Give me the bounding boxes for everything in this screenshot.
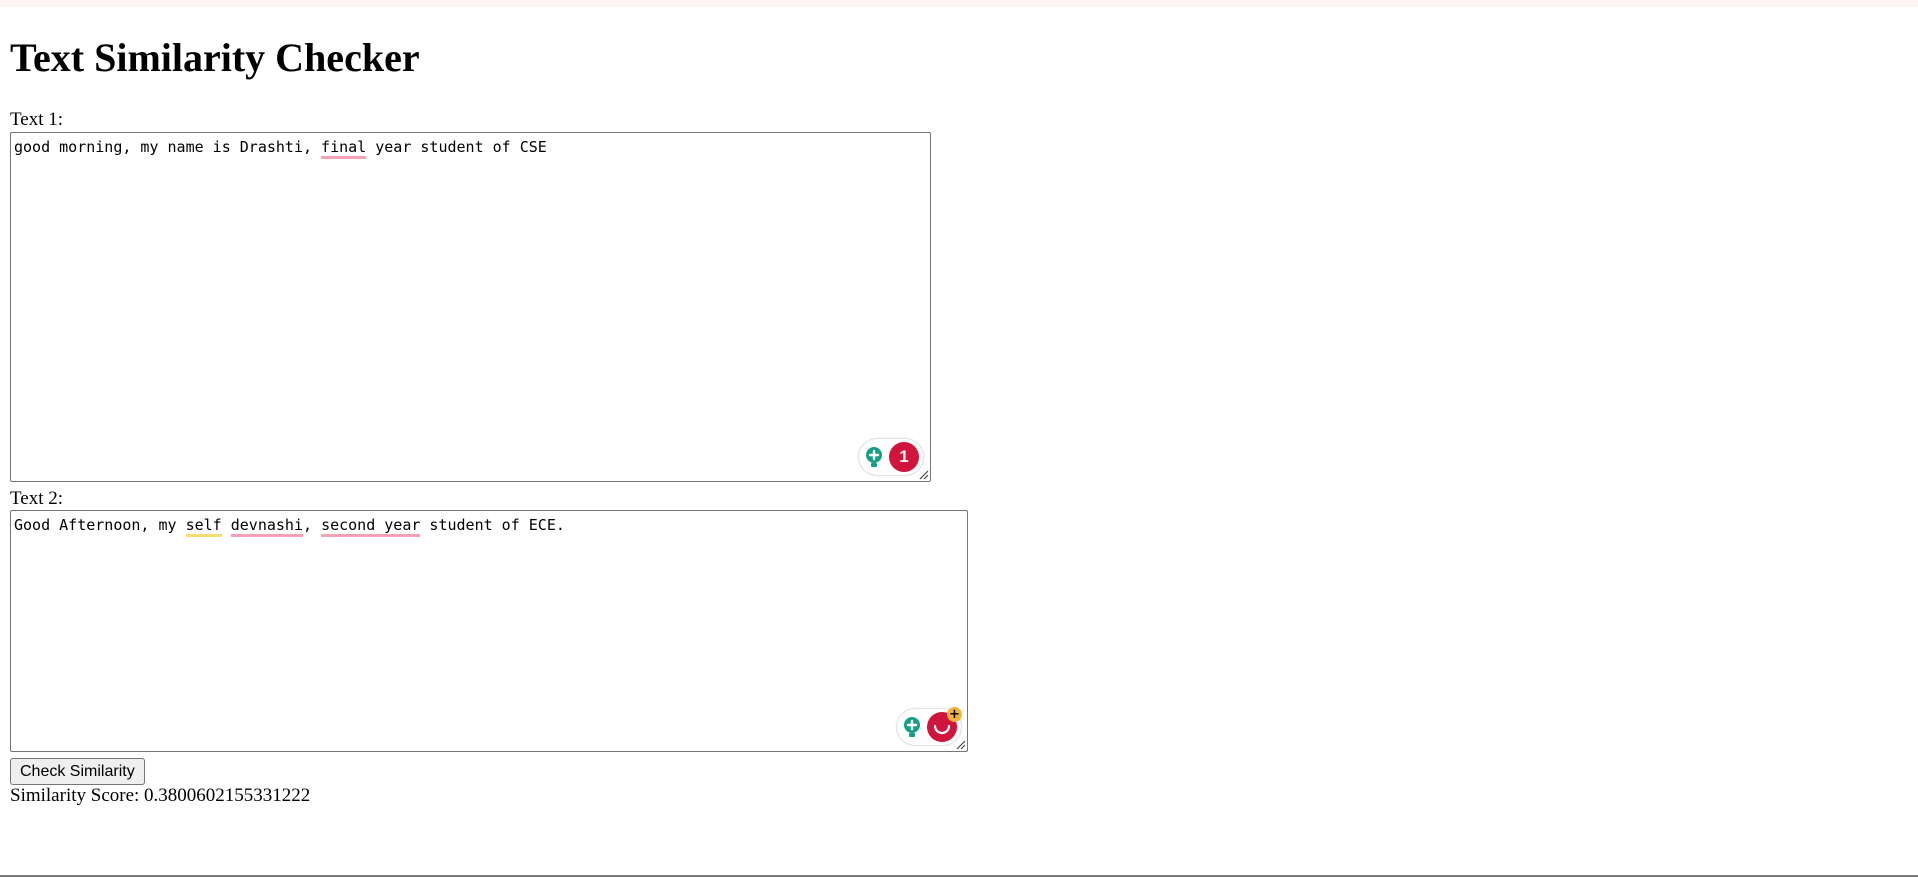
text1-segment: year student of CSE [366, 138, 547, 156]
text2-flagged-phrase[interactable]: second year [321, 516, 421, 537]
add-icon: + [947, 707, 962, 722]
text1-value: good morning, my name is Drashti, final … [14, 136, 547, 159]
text2-flagged-word[interactable]: devnashi [230, 516, 303, 537]
text2-segment: student of ECE. [420, 516, 565, 534]
similarity-score: Similarity Score: 0.3800602155331222 [10, 785, 311, 806]
resize-grip-icon[interactable] [954, 738, 966, 750]
text1-label: Text 1: [10, 109, 64, 130]
text1-segment: good morning, my name is Drashti, [14, 138, 322, 156]
text2-textarea[interactable]: Good Afternoon, my self devnashi, second… [10, 510, 968, 752]
text2-value: Good Afternoon, my self devnashi, second… [14, 514, 565, 537]
issues-badge-icon[interactable]: 1 [889, 442, 919, 472]
writing-assistant-widget-2[interactable]: + [897, 707, 962, 745]
lightbulb-icon[interactable] [901, 716, 923, 738]
text1-textarea[interactable]: good morning, my name is Drashti, final … [10, 132, 931, 482]
check-similarity-button[interactable]: Check Similarity [10, 758, 145, 785]
resize-grip-icon[interactable] [917, 468, 929, 480]
text2-flagged-word[interactable]: self [185, 516, 222, 537]
text2-segment: Good Afternoon, my [14, 516, 186, 534]
text2-segment [222, 516, 231, 534]
text2-label: Text 2: [10, 488, 64, 509]
writing-assistant-widget-1[interactable]: 1 [859, 439, 923, 475]
lightbulb-icon[interactable] [863, 446, 885, 468]
page-title: Text Similarity Checker [10, 35, 420, 80]
assistant-logo-icon[interactable]: + [927, 707, 962, 742]
top-strip [0, 0, 1918, 7]
text2-segment: , [303, 516, 322, 534]
text1-flagged-word[interactable]: final [321, 138, 367, 159]
